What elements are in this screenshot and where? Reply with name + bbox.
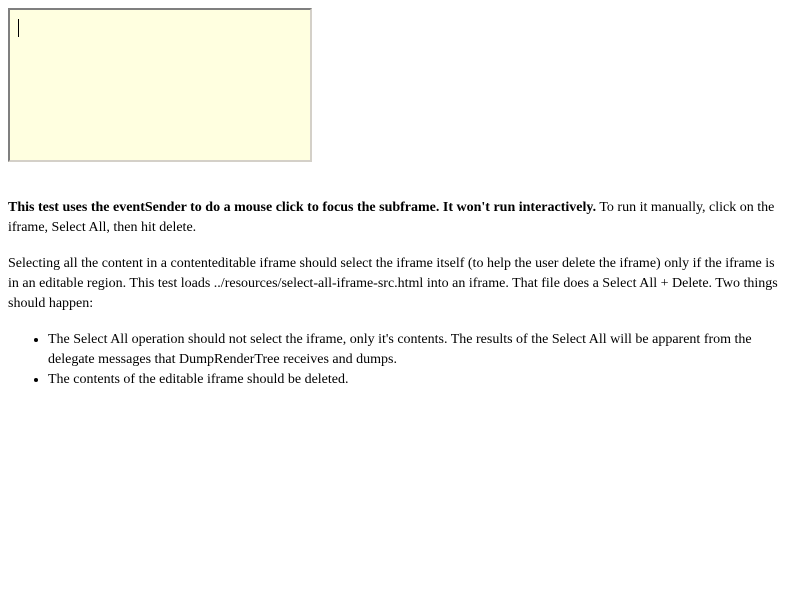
editable-iframe[interactable] <box>8 8 312 162</box>
test-description: This test uses the eventSender to do a m… <box>8 198 788 390</box>
list-item: The Select All operation should not sele… <box>48 330 788 370</box>
text-caret <box>18 19 19 37</box>
intro-paragraph: This test uses the eventSender to do a m… <box>8 198 788 238</box>
intro-bold-text: This test uses the eventSender to do a m… <box>8 200 597 215</box>
description-paragraph: Selecting all the content in a contented… <box>8 256 778 311</box>
list-item: The contents of the editable iframe shou… <box>48 370 788 390</box>
expectations-list: The Select All operation should not sele… <box>8 330 788 390</box>
